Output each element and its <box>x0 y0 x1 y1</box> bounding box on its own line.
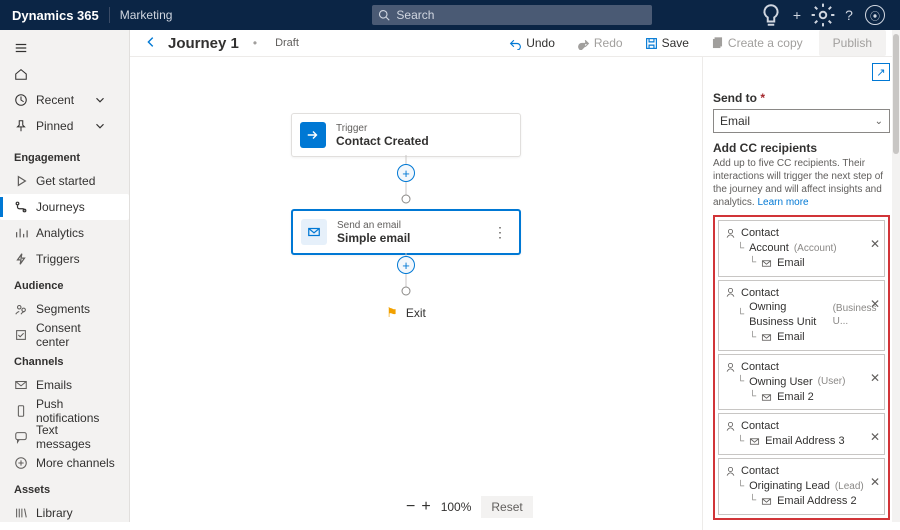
save-button[interactable]: Save <box>639 32 695 54</box>
learn-more-link[interactable]: Learn more <box>757 197 808 208</box>
remove-recipient-button[interactable]: ✕ <box>870 297 880 311</box>
sidebar-item-triggers[interactable]: Triggers <box>0 246 129 272</box>
remove-recipient-button[interactable]: ✕ <box>870 237 880 251</box>
search-box[interactable]: Search <box>372 5 652 25</box>
top-bar: Dynamics 365 Marketing Search + ? ⦿ <box>0 0 900 30</box>
hamburger-button[interactable] <box>10 36 119 60</box>
cc-recipient-item[interactable]: Contact└Originating Lead (Lead)└Email Ad… <box>718 458 885 515</box>
sidebar-recent[interactable]: Recent <box>10 88 119 112</box>
sidebar-item-consent[interactable]: Consent center <box>0 322 129 348</box>
sendto-label: Send to * <box>713 91 890 105</box>
zoom-controls: − + 100% Reset <box>406 496 472 518</box>
gear-icon[interactable] <box>810 2 836 28</box>
sidebar-item-journeys[interactable]: Journeys <box>0 194 129 220</box>
sidebar-item-getstarted[interactable]: Get started <box>0 168 129 194</box>
chevron-down-icon: ⌄ <box>875 116 883 127</box>
zoom-in-button[interactable]: + <box>421 496 430 518</box>
chevron-down-icon <box>93 119 107 133</box>
section-audience: Audience <box>0 272 129 296</box>
sidebar: Recent Pinned Engagement Get started Jou… <box>0 30 130 522</box>
page-title: Journey 1 <box>168 35 239 52</box>
search-placeholder: Search <box>396 8 434 22</box>
sidebar-item-emails[interactable]: Emails <box>0 372 129 398</box>
section-channels: Channels <box>0 348 129 372</box>
section-assets: Assets <box>0 476 129 500</box>
brand: Dynamics 365 <box>12 8 99 23</box>
cc-recipient-item[interactable]: Contact└Account (Account)└Email✕ <box>718 220 885 277</box>
home-button[interactable] <box>10 62 119 86</box>
sendto-select[interactable]: Email ⌄ <box>713 109 890 133</box>
sidebar-pinned[interactable]: Pinned <box>10 114 119 138</box>
sidebar-item-text[interactable]: Text messages <box>0 424 129 450</box>
cc-help-text: Add up to five CC recipients. Their inte… <box>713 157 890 209</box>
zoom-value: 100% <box>437 500 476 514</box>
remove-recipient-button[interactable]: ✕ <box>870 430 880 444</box>
properties-panel: ↗ Send to * Email ⌄ Add CC recipients Ad… <box>702 57 900 530</box>
zoom-reset-button[interactable]: Reset <box>481 496 532 518</box>
remove-recipient-button[interactable]: ✕ <box>870 371 880 385</box>
back-button[interactable] <box>144 35 158 52</box>
email-icon <box>301 219 327 245</box>
trigger-node[interactable]: Trigger Contact Created <box>291 113 521 157</box>
exit-node[interactable]: ⚑ Exit <box>386 305 426 321</box>
sidebar-item-push[interactable]: Push notifications <box>0 398 129 424</box>
user-avatar[interactable]: ⦿ <box>862 5 888 25</box>
sidebar-item-morechannels[interactable]: More channels <box>0 450 129 476</box>
section-engagement: Engagement <box>0 144 129 168</box>
journey-canvas[interactable]: .canvas { --cx: 276px; } .canvas > * { l… <box>130 57 702 530</box>
remove-recipient-button[interactable]: ✕ <box>870 475 880 489</box>
sidebar-item-analytics[interactable]: Analytics <box>0 220 129 246</box>
connector-dot <box>402 195 411 204</box>
lightbulb-icon[interactable] <box>758 2 784 28</box>
flag-icon: ⚑ <box>386 305 398 321</box>
add-step-button[interactable]: + <box>397 256 415 274</box>
more-icon[interactable]: ⋮ <box>489 224 511 241</box>
cc-recipient-item[interactable]: Contact└Owning User (User)└Email 2✕ <box>718 354 885 411</box>
search-icon <box>378 9 390 21</box>
sidebar-item-segments[interactable]: Segments <box>0 296 129 322</box>
cc-recipients-box: Contact└Account (Account)└Email✕Contact└… <box>713 215 890 520</box>
main-area: Journey 1 • Draft Undo Redo Save Create … <box>130 30 900 522</box>
copy-button[interactable]: Create a copy <box>705 32 809 54</box>
scrollbar[interactable] <box>892 30 900 522</box>
trigger-icon <box>300 122 326 148</box>
node-title: Simple email <box>337 231 410 245</box>
undo-button[interactable]: Undo <box>503 32 561 54</box>
node-label: Send an email <box>337 220 410 231</box>
module-name: Marketing <box>120 8 173 22</box>
cc-recipient-item[interactable]: Contact└Email Address 3✕ <box>718 413 885 455</box>
node-label: Trigger <box>336 123 429 134</box>
redo-button[interactable]: Redo <box>571 32 629 54</box>
sidebar-item-library[interactable]: Library <box>0 500 129 522</box>
connector-dot <box>402 287 411 296</box>
add-step-button[interactable]: + <box>397 164 415 182</box>
email-node[interactable]: Send an email Simple email ⋮ <box>291 209 521 255</box>
command-bar: Journey 1 • Draft Undo Redo Save Create … <box>130 30 900 57</box>
publish-button[interactable]: Publish <box>819 30 886 56</box>
expand-panel-button[interactable]: ↗ <box>872 63 890 81</box>
cc-label: Add CC recipients <box>713 141 890 155</box>
chevron-down-icon <box>93 93 107 107</box>
cc-recipient-item[interactable]: Contact└Owning Business Unit (Business U… <box>718 280 885 351</box>
node-title: Contact Created <box>336 134 429 148</box>
plus-icon[interactable]: + <box>784 7 810 23</box>
status-badge: Draft <box>275 37 299 49</box>
help-icon[interactable]: ? <box>836 7 862 23</box>
zoom-out-button[interactable]: − <box>406 496 415 518</box>
